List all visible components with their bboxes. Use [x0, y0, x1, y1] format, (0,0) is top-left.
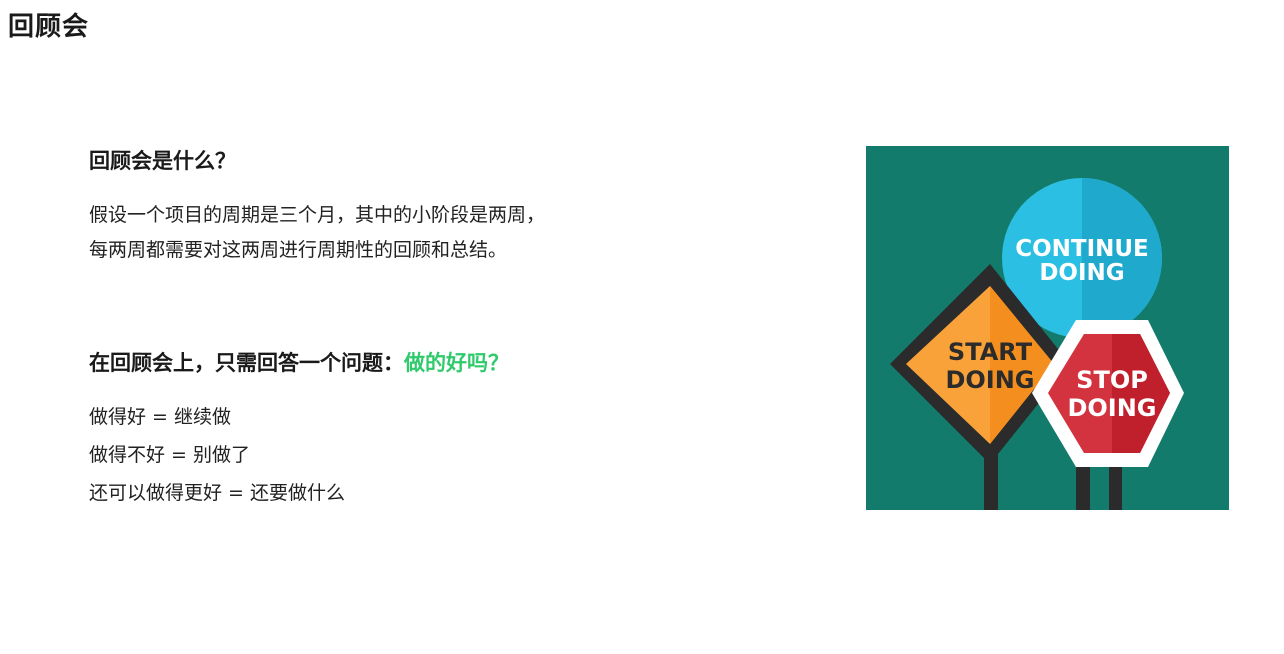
answer-item: 做得好 = 继续做 — [89, 406, 231, 428]
question-text: 在回顾会上，只需回答一个问题： — [89, 351, 404, 375]
definition-line: 假设一个项目的周期是三个月，其中的小阶段是两周， — [89, 204, 546, 226]
stop-sign-text-2: DOING — [1067, 394, 1156, 422]
retrospective-signs-illustration: CONTINUE DOING START DOING STOP DOING — [866, 146, 1229, 510]
answer-item: 还可以做得更好 = 还要做什么 — [89, 482, 345, 504]
start-sign-text-2: DOING — [945, 366, 1034, 394]
definition-line: 每两周都需要对这两周进行周期性的回顾和总结。 — [89, 239, 508, 261]
start-sign-text-1: START — [948, 338, 1033, 366]
page-title: 回顾会 — [8, 12, 90, 42]
stop-sign-text-1: STOP — [1076, 366, 1148, 394]
answers-list: 做得好 = 继续做 做得不好 = 别做了 还可以做得更好 = 还要做什么 — [89, 398, 345, 512]
stop-pole-right — [1109, 466, 1122, 510]
answer-item: 做得不好 = 别做了 — [89, 444, 250, 466]
section-heading-question: 在回顾会上，只需回答一个问题：做的好吗？ — [89, 348, 509, 378]
question-highlight: 做的好吗？ — [404, 351, 509, 375]
continue-sign-text-2: DOING — [1039, 260, 1124, 286]
section-heading-what: 回顾会是什么？ — [89, 149, 236, 173]
continue-sign-text-1: CONTINUE — [1015, 236, 1149, 262]
definition-paragraph: 假设一个项目的周期是三个月，其中的小阶段是两周， 每两周都需要对这两周进行周期性… — [89, 198, 545, 268]
stop-pole-left — [1077, 466, 1090, 510]
